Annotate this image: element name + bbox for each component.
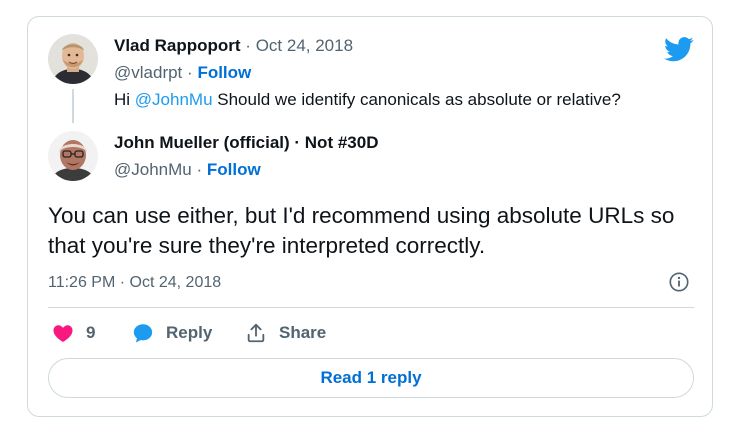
tweet-timestamp[interactable]: 11:26 PM · Oct 24, 2018 [48,274,221,292]
share-label: Share [279,323,327,342]
avatar[interactable] [48,131,98,181]
read-replies-button[interactable]: Read 1 reply [48,358,694,398]
like-button[interactable]: 9 [52,321,95,345]
divider [48,307,694,308]
author-name[interactable]: John Mueller (official) · Not #30D [114,133,378,152]
vlad-avatar-image [48,34,98,84]
parent-tweet-text: Hi @JohnMu Should we identify canonicals… [114,90,621,110]
text-prefix: Hi [114,90,135,109]
thread-connector-line [72,89,74,123]
twitter-bird-icon[interactable] [664,37,694,62]
follow-button[interactable]: Follow [207,160,261,179]
john-avatar-image [48,131,98,181]
reply-button[interactable]: Reply [132,321,212,345]
parent-tweet-header: Vlad Rappoport · Oct 24, 2018 [114,36,353,56]
text-suffix: Should we identify canonicals as absolut… [212,90,621,109]
parent-tweet-handle-row: @vladrpt · Follow [114,63,251,83]
author-handle[interactable]: @JohnMu [114,160,192,179]
reply-tweet-handle-row: @JohnMu · Follow [114,160,261,180]
separator: · [196,160,203,179]
info-icon[interactable] [668,271,690,293]
tweet-text: You can use either, but I'd recommend us… [48,203,675,258]
like-count: 9 [86,323,96,342]
follow-button[interactable]: Follow [197,63,251,82]
share-button[interactable]: Share [245,321,326,345]
reply-label: Reply [166,323,213,342]
author-name[interactable]: Vlad Rappoport [114,36,241,55]
avatar[interactable] [48,34,98,84]
reply-bubble-icon [133,324,153,343]
tweet-date[interactable]: Oct 24, 2018 [256,36,353,55]
reply-tweet-header: John Mueller (official) · Not #30D [114,133,378,153]
share-icon [247,323,265,343]
tweet-embed-card: Vlad Rappoport · Oct 24, 2018 @vladrpt ·… [27,16,713,417]
author-handle[interactable]: @vladrpt [114,63,182,82]
separator: · [187,63,193,82]
heart-icon [53,325,73,342]
mention-link[interactable]: @JohnMu [135,90,213,109]
separator: · [245,36,251,55]
